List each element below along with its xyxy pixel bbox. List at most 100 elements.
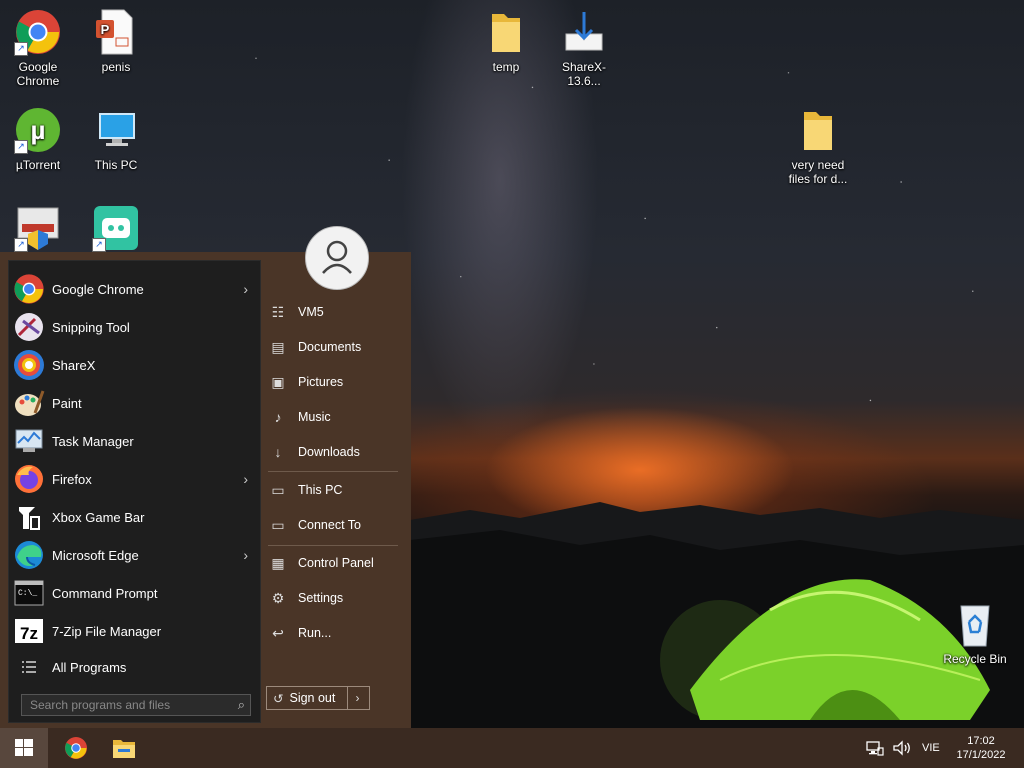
chevron-right-icon[interactable]: › (243, 281, 248, 297)
folder-icon (794, 106, 842, 154)
search-input[interactable]: Search programs and files ⌕ (21, 694, 251, 716)
desktop-icon-streamlabs[interactable]: ↗ (78, 204, 154, 256)
user-avatar[interactable] (305, 226, 369, 290)
program-label: Task Manager (52, 433, 134, 449)
desktop-icon-this-pc[interactable]: This PC (78, 106, 154, 172)
svg-text:C:\_: C:\_ (18, 589, 37, 598)
taskbar: VIE 17:02 17/1/2022 (0, 728, 1024, 768)
shortcut-arrow-icon: ↗ (14, 140, 28, 154)
start-link-label: Connect To (298, 518, 362, 532)
program-sharex[interactable]: ShareX (9, 346, 260, 384)
start-link-label: Downloads (298, 445, 360, 459)
start-link-this-pc[interactable]: ▭ This PC (268, 475, 398, 505)
program-command-prompt[interactable]: C:\_ Command Prompt (9, 574, 260, 612)
program-label: Firefox (52, 471, 92, 487)
search-placeholder: Search programs and files (30, 698, 171, 712)
start-links-divider (268, 471, 398, 472)
start-link-label: Pictures (298, 375, 344, 389)
desktop-icon-label: This PC (94, 158, 138, 172)
sign-out-label: Sign out (289, 691, 336, 705)
command-prompt-icon: C:\_ (13, 577, 45, 609)
connect-to-icon: ▭ (271, 516, 285, 533)
network-icon[interactable] (866, 728, 884, 768)
sign-out-icon: ↺ (273, 691, 284, 706)
windows-logo-icon (15, 739, 33, 756)
start-link-pictures[interactable]: ▣ Pictures (268, 367, 398, 397)
control-panel-icon: ▦ (271, 554, 285, 571)
sign-out-button[interactable]: ↺ Sign out (266, 686, 348, 710)
shutdown-options-button[interactable]: › (346, 686, 370, 710)
desktop-icon-chrome[interactable]: ↗ Google Chrome (0, 8, 76, 88)
clock-time: 17:02 (967, 735, 995, 747)
volume-icon[interactable] (892, 728, 912, 768)
program-label: ShareX (52, 357, 96, 373)
desktop-icon-temp[interactable]: temp (468, 8, 544, 74)
pptx-file-icon: P (92, 8, 140, 56)
music-icon: ♪ (274, 409, 282, 425)
input-language-indicator[interactable]: VIE (922, 728, 940, 768)
start-menu-programs-pane: Google Chrome › Snipping Tool ShareX Pai… (8, 260, 261, 723)
desktop-icon-sharex-installer[interactable]: ShareX-13.6... (546, 8, 622, 88)
chrome-icon: ↗ (14, 8, 62, 56)
start-link-connect-to[interactable]: ▭ Connect To (268, 510, 398, 540)
start-link-label: Settings (298, 591, 344, 605)
desktop-icon-penis[interactable]: P penis (78, 8, 154, 74)
svg-text:7z: 7z (20, 624, 38, 643)
start-link-downloads[interactable]: ↓ Downloads (268, 437, 398, 467)
program-label: Snipping Tool (52, 319, 130, 335)
paint-icon (13, 387, 45, 419)
program-task-manager[interactable]: Task Manager (9, 422, 260, 460)
desktop-icon-recycle-bin[interactable]: Recycle Bin (937, 600, 1013, 666)
chrome-icon (65, 737, 87, 759)
start-link-settings[interactable]: ⚙ Settings (268, 583, 398, 613)
program-paint[interactable]: Paint (9, 384, 260, 422)
program-label: Microsoft Edge (52, 547, 139, 563)
desktop-icon-label: very need files for d... (788, 158, 848, 186)
taskbar-file-explorer-button[interactable] (104, 728, 144, 768)
edge-icon (13, 539, 45, 571)
start-button[interactable] (0, 728, 48, 768)
this-pc-icon (92, 106, 140, 154)
program-snipping-tool[interactable]: Snipping Tool (9, 308, 260, 346)
taskbar-clock[interactable]: 17:02 17/1/2022 (950, 728, 1012, 768)
installer-icon (560, 8, 608, 56)
program-label: 7-Zip File Manager (52, 623, 162, 639)
program-google-chrome[interactable]: Google Chrome › (9, 270, 260, 308)
start-link-label: Music (298, 410, 331, 424)
program-microsoft-edge[interactable]: Microsoft Edge › (9, 536, 260, 574)
start-link-label: This PC (298, 483, 343, 497)
pictures-icon: ▣ (271, 373, 285, 390)
downloads-icon: ↓ (274, 444, 282, 460)
recycle-bin-icon (951, 600, 999, 648)
start-links-divider (268, 545, 398, 546)
start-link-music[interactable]: ♪ Music (268, 402, 398, 432)
taskbar-chrome-button[interactable] (56, 728, 96, 768)
desktop-icon-disk-cleanup[interactable]: ↗ (0, 204, 76, 256)
start-link-run[interactable]: ↩ Run... (268, 618, 398, 648)
clock-date: 17/1/2022 (956, 749, 1006, 761)
chevron-right-icon[interactable]: › (243, 547, 248, 563)
7zip-icon: 7z (13, 615, 45, 647)
desktop-icon-utorrent[interactable]: µ ↗ µTorrent (0, 106, 76, 172)
program-firefox[interactable]: Firefox › (9, 460, 260, 498)
svg-text:P: P (101, 22, 110, 37)
desktop-icon-very-need-files[interactable]: very need files for d... (780, 106, 856, 186)
start-link-vm5[interactable]: ☷ VM5 (268, 297, 398, 327)
start-link-control-panel[interactable]: ▦ Control Panel (268, 548, 398, 578)
desktop-icon-label: ShareX-13.6... (561, 60, 607, 88)
search-icon: ⌕ (237, 697, 245, 712)
program-xbox-game-bar[interactable]: Xbox Game Bar (9, 498, 260, 536)
documents-icon: ▤ (271, 338, 285, 355)
firefox-icon (13, 463, 45, 495)
chevron-right-icon[interactable]: › (243, 471, 248, 487)
start-link-label: Run... (298, 626, 332, 640)
program-label: Paint (52, 395, 82, 411)
svg-text:µ: µ (31, 115, 46, 145)
xbox-game-bar-icon (13, 501, 45, 533)
shortcut-arrow-icon: ↗ (92, 238, 106, 252)
start-link-documents[interactable]: ▤ Documents (268, 332, 398, 362)
all-programs-button[interactable]: All Programs (9, 649, 260, 685)
chrome-icon (13, 273, 45, 305)
program-7zip[interactable]: 7z 7-Zip File Manager (9, 612, 260, 650)
folder-icon (482, 8, 530, 56)
